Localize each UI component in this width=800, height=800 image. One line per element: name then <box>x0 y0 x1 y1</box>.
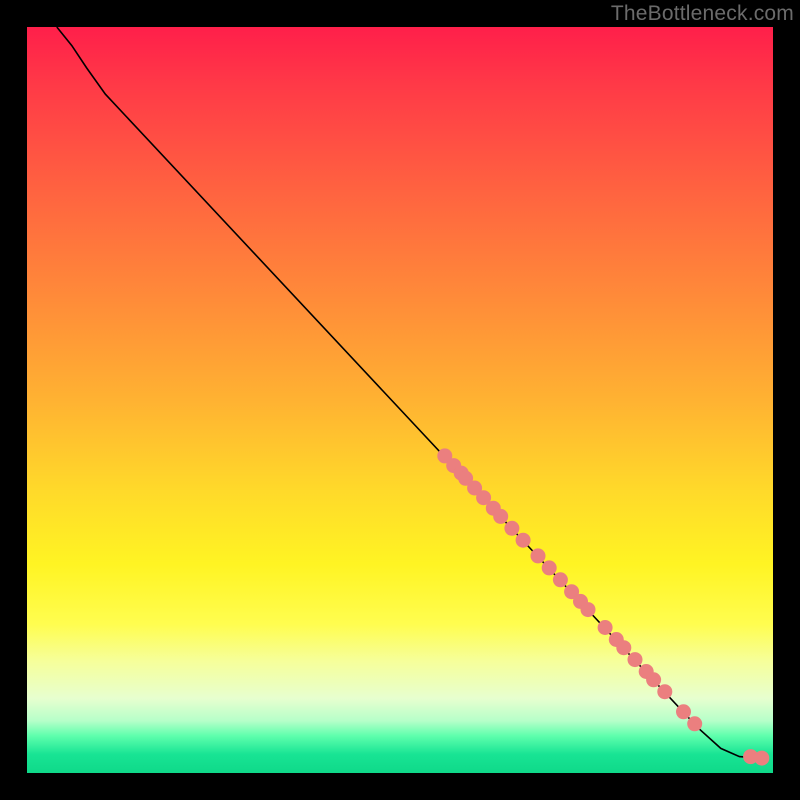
data-point <box>531 548 546 563</box>
bottleneck-curve <box>57 27 758 758</box>
data-points-group <box>437 448 769 765</box>
watermark-text: TheBottleneck.com <box>611 2 794 26</box>
data-point <box>553 572 568 587</box>
data-point <box>676 704 691 719</box>
data-point <box>542 560 557 575</box>
data-point <box>581 602 596 617</box>
data-point <box>493 509 508 524</box>
data-point <box>646 672 661 687</box>
data-point <box>504 521 519 536</box>
data-point <box>754 751 769 766</box>
data-point <box>687 716 702 731</box>
chart-overlay <box>27 27 773 773</box>
data-point <box>657 684 672 699</box>
plot-area <box>27 27 773 773</box>
chart-canvas: TheBottleneck.com <box>0 0 800 800</box>
data-point <box>628 652 643 667</box>
data-point <box>616 640 631 655</box>
data-point <box>598 620 613 635</box>
data-point <box>516 533 531 548</box>
